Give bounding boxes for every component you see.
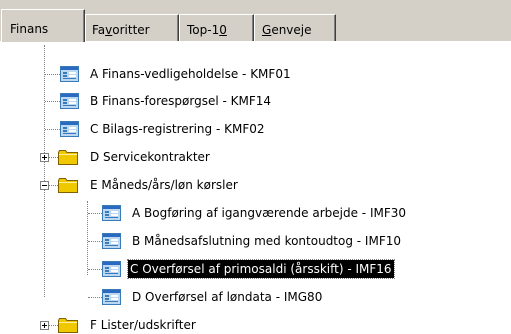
tab-favoritter-label: Favoritter — [92, 23, 150, 37]
program-window-icon — [102, 261, 121, 277]
tree-line-h — [45, 101, 60, 103]
tree-line-h — [45, 74, 60, 76]
plus-box-icon[interactable] — [40, 321, 49, 330]
tab-favoritter[interactable]: Favoritter — [85, 14, 179, 42]
tab-top-10[interactable]: Top-10 — [179, 14, 254, 42]
tree-item-label: C Bilags-registrering - KMF02 — [90, 122, 265, 136]
tree-item-label: D Servicekontrakter — [90, 150, 210, 164]
program-window-icon — [102, 233, 121, 249]
tree-line-h — [45, 129, 60, 131]
tree-item-label: E Måneds/års/løn kørsler — [90, 178, 238, 192]
plus-box-icon[interactable] — [40, 153, 49, 162]
tree-item-label: D Overførsel af løndata - IMG80 — [132, 290, 323, 304]
minus-box-icon[interactable] — [40, 181, 49, 190]
menu-tree[interactable]: A Finans-vedligeholdelse - KMF01 B Finan… — [11, 45, 511, 333]
program-window-icon — [102, 205, 121, 221]
tree-item-label: A Bogføring af igangværende arbejde - IM… — [132, 206, 407, 220]
folder-icon — [58, 150, 78, 165]
tree-line-root — [44, 45, 46, 297]
tree-line-h — [88, 213, 102, 215]
tree-line-h — [88, 297, 102, 299]
tree-item-label: B Månedsafslutning med kontoudtog - IMF1… — [132, 234, 401, 248]
tree-item-label: A Finans-vedligeholdelse - KMF01 — [90, 67, 291, 81]
program-window-icon — [102, 289, 121, 305]
tab-genveje[interactable]: Genveje — [254, 14, 336, 42]
tree-item-label: B Finans-forespørgsel - KMF14 — [90, 94, 272, 108]
tree-item-label: C Overførsel af primosaldi (årsskift) - … — [127, 259, 395, 279]
tree-line-h — [88, 241, 102, 243]
tree-line-h — [88, 269, 102, 271]
folder-icon — [58, 318, 78, 333]
program-window-icon — [60, 121, 79, 137]
program-window-icon — [60, 93, 79, 109]
tab-finans[interactable]: Finans — [1, 9, 85, 42]
program-window-icon — [60, 66, 79, 82]
tab-top-10-label: Top-10 — [187, 23, 227, 37]
tab-bar: Finans Favoritter Top-10 Genveje — [0, 0, 511, 42]
tree-item-label: F Lister/udskrifter — [90, 318, 196, 332]
tab-genveje-label: Genveje — [262, 23, 312, 37]
folder-icon — [58, 178, 78, 193]
tab-finans-label: Finans — [10, 22, 49, 36]
